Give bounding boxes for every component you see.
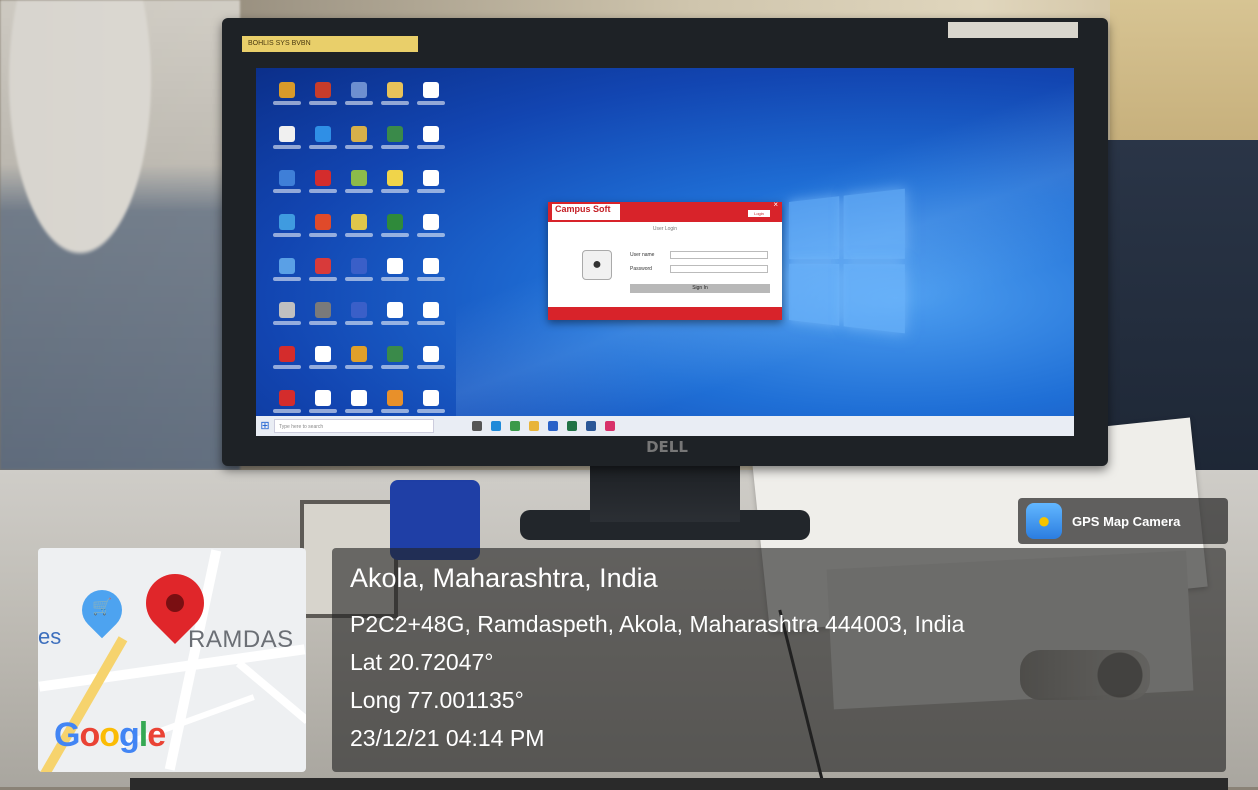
desktop-shortcut-icon[interactable]	[270, 258, 304, 288]
desktop-shortcut-icon[interactable]	[306, 258, 340, 288]
desktop-shortcut-icon[interactable]	[270, 302, 304, 332]
sign-in-button[interactable]: Sign In	[630, 284, 770, 293]
password-field[interactable]	[670, 265, 768, 273]
monitor: BOHLIS SYS BVBN DELL Campus Soft Login ×…	[222, 18, 1108, 466]
desktop-shortcut-icon[interactable]	[342, 82, 376, 112]
monitor-sticker: BOHLIS SYS BVBN	[242, 36, 418, 52]
close-icon[interactable]: ×	[773, 200, 778, 209]
desktop-shortcut-icon[interactable]	[378, 214, 412, 244]
desktop-shortcut-icon[interactable]	[414, 258, 448, 288]
gps-map-camera-badge: ● GPS Map Camera	[1018, 498, 1228, 544]
desktop-shortcut-icon[interactable]	[306, 214, 340, 244]
desktop-shortcut-icon[interactable]	[378, 170, 412, 200]
place-name: Akola, Maharashtra, India	[350, 563, 658, 593]
desktop-shortcut-icon[interactable]	[270, 346, 304, 376]
desktop-shortcut-icon[interactable]	[414, 82, 448, 112]
edge-icon[interactable]	[491, 421, 501, 431]
word-icon[interactable]	[586, 421, 596, 431]
shopping-cart-icon: 🛒	[92, 599, 112, 616]
task-view-icon[interactable]	[472, 421, 482, 431]
location-info-panel: Akola, Maharashtra, India P2C2+48G, Ramd…	[332, 548, 1226, 772]
login-window: Campus Soft Login × User Login ● User na…	[548, 200, 782, 320]
password-row: Password	[630, 264, 770, 274]
lock-icon: ●	[582, 250, 612, 280]
datetime: 23/12/21 04:14 PM	[350, 725, 545, 751]
desktop-screen[interactable]: Campus Soft Login × User Login ● User na…	[256, 68, 1074, 436]
desktop-shortcut-icon[interactable]	[378, 346, 412, 376]
store-icon[interactable]	[548, 421, 558, 431]
desktop-shortcut-icon[interactable]	[342, 258, 376, 288]
desktop-shortcut-icon[interactable]	[270, 82, 304, 112]
taskbar-apps	[472, 421, 615, 431]
map-label-partial: es	[38, 624, 62, 649]
start-icon[interactable]: ⊞	[256, 416, 274, 436]
app-icon[interactable]	[605, 421, 615, 431]
door	[1110, 0, 1258, 140]
taskbar-search-input[interactable]: Type here to search	[274, 419, 434, 433]
desktop-shortcut-icon[interactable]	[378, 126, 412, 156]
chrome-icon[interactable]	[510, 421, 520, 431]
login-header: Campus Soft Login ×	[548, 200, 782, 222]
desktop-shortcut-icon[interactable]	[342, 302, 376, 332]
desktop-shortcut-icon[interactable]	[378, 302, 412, 332]
desktop-shortcut-icon[interactable]	[414, 302, 448, 332]
desktop-shortcut-icon[interactable]	[342, 170, 376, 200]
desktop-shortcut-icon[interactable]	[414, 346, 448, 376]
latitude: Lat 20.72047°	[350, 649, 494, 675]
explorer-icon[interactable]	[529, 421, 539, 431]
desktop-shortcut-icon[interactable]	[378, 258, 412, 288]
login-footer	[548, 307, 782, 320]
desktop-shortcut-icon[interactable]	[414, 214, 448, 244]
monitor-brand: DELL	[646, 438, 688, 456]
desktop-shortcut-icon[interactable]	[342, 346, 376, 376]
desktop-shortcut-icon[interactable]	[306, 126, 340, 156]
desktop-shortcut-icon[interactable]	[414, 170, 448, 200]
gps-badge-label: GPS Map Camera	[1072, 513, 1181, 529]
monitor-sticker-right	[948, 22, 1078, 38]
google-logo: Google	[54, 716, 166, 754]
desktop-shortcut-icon[interactable]	[306, 82, 340, 112]
desktop-shortcut-icon[interactable]	[306, 346, 340, 376]
desktop-shortcut-icon[interactable]	[342, 126, 376, 156]
desktop-shortcut-icon[interactable]	[270, 214, 304, 244]
person-background	[0, 0, 240, 470]
desktop-shortcut-icon[interactable]	[378, 82, 412, 112]
desktop-shortcut-icon[interactable]	[270, 126, 304, 156]
login-header-button[interactable]: Login	[748, 210, 770, 217]
map-area-label: RAMDAS	[188, 626, 294, 653]
desktop-shortcut-icon[interactable]	[306, 302, 340, 332]
desktop-icon-grid	[270, 82, 450, 420]
login-subtitle: User Login	[652, 226, 678, 232]
windows-logo-icon	[788, 188, 905, 334]
desktop-shortcut-icon[interactable]	[306, 170, 340, 200]
desktop-shortcut-icon[interactable]	[414, 126, 448, 156]
campus-soft-logo: Campus Soft	[552, 204, 620, 220]
username-label: User name	[630, 252, 655, 258]
gps-camera-icon: ●	[1026, 503, 1062, 539]
bottom-strip	[130, 778, 1228, 790]
monitor-stand-neck	[590, 462, 740, 522]
username-field[interactable]	[670, 251, 768, 259]
address: P2C2+48G, Ramdaspeth, Akola, Maharashtra…	[350, 611, 965, 637]
map-thumbnail: es 🛒 RAMDAS Google	[38, 548, 306, 772]
username-row: User name	[630, 250, 770, 260]
longitude: Long 77.001135°	[350, 687, 524, 713]
desktop-shortcut-icon[interactable]	[270, 170, 304, 200]
excel-icon[interactable]	[567, 421, 577, 431]
desktop-shortcut-icon[interactable]	[342, 214, 376, 244]
taskbar: ⊞ Type here to search	[256, 416, 1074, 436]
password-label: Password	[630, 266, 652, 272]
